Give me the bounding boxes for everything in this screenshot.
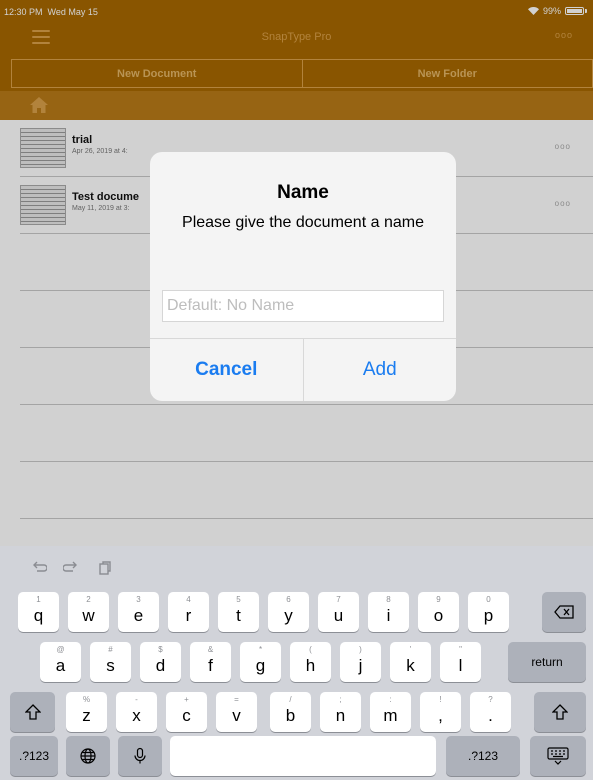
keyboard-toolbar: [0, 546, 593, 588]
cancel-button[interactable]: Cancel: [150, 339, 303, 401]
key-u[interactable]: 7u: [318, 592, 359, 632]
key-period[interactable]: ?.: [470, 692, 511, 732]
key-n[interactable]: ; n: [320, 692, 361, 732]
key-comma[interactable]: !,: [420, 692, 461, 732]
shift-icon: [24, 704, 41, 720]
shift-key-left[interactable]: [10, 692, 55, 732]
shift-key-right[interactable]: [534, 692, 586, 732]
backspace-key[interactable]: [542, 592, 586, 632]
backspace-icon: [554, 605, 574, 619]
key-m[interactable]: :m: [370, 692, 411, 732]
key-p[interactable]: 0p: [468, 592, 509, 632]
numbers-key-left[interactable]: .?123: [10, 736, 58, 776]
shift-icon: [552, 704, 568, 720]
key-y[interactable]: 6y: [268, 592, 309, 632]
key-k[interactable]: ' k: [390, 642, 431, 682]
add-button[interactable]: Add: [302, 339, 457, 401]
undo-icon[interactable]: [31, 560, 47, 576]
key-t[interactable]: 5t: [218, 592, 259, 632]
key-z[interactable]: % z: [66, 692, 107, 732]
keyboard-dismiss-icon: [547, 747, 569, 765]
key-d[interactable]: $ d: [140, 642, 181, 682]
hide-keyboard-key[interactable]: [530, 736, 586, 776]
key-j[interactable]: ) j: [340, 642, 381, 682]
key-c[interactable]: + c: [166, 692, 207, 732]
onscreen-keyboard: 1 q 2 w 3 e 4 r 5 t 6 y 7 u 8 i 9 o 0 p @ a # s $ d & f * g(h) j ' k " l re…: [0, 546, 593, 780]
dialog-buttons: Cancel Add: [150, 338, 456, 401]
key-v[interactable]: = v: [216, 692, 257, 732]
key-s[interactable]: # s: [90, 642, 131, 682]
document-name-input[interactable]: [162, 290, 444, 322]
key-h[interactable]: (h: [290, 642, 331, 682]
key-q[interactable]: 1q: [18, 592, 59, 632]
key-a[interactable]: @ a: [40, 642, 81, 682]
key-e[interactable]: 3e: [118, 592, 159, 632]
key-b[interactable]: / b: [270, 692, 311, 732]
key-f[interactable]: & f: [190, 642, 231, 682]
key-w[interactable]: 2w: [68, 592, 109, 632]
dialog-message: Please give the document a name: [182, 214, 424, 231]
dictation-key[interactable]: [118, 736, 162, 776]
redo-icon[interactable]: [63, 560, 79, 576]
microphone-icon: [134, 747, 146, 764]
key-x[interactable]: -x: [116, 692, 157, 732]
key-i[interactable]: 8i: [368, 592, 409, 632]
paste-icon[interactable]: [96, 560, 112, 576]
numbers-key-right[interactable]: .?123: [446, 736, 520, 776]
key-r[interactable]: 4r: [168, 592, 209, 632]
name-dialog: Name Please give the document a name Can…: [150, 152, 456, 401]
key-l[interactable]: " l: [440, 642, 481, 682]
globe-icon: [80, 748, 96, 764]
globe-key[interactable]: [66, 736, 110, 776]
dialog-title: Name: [277, 182, 329, 203]
key-o[interactable]: 9o: [418, 592, 459, 632]
space-key[interactable]: [170, 736, 436, 776]
return-key[interactable]: return: [508, 642, 586, 682]
key-g[interactable]: * g: [240, 642, 281, 682]
